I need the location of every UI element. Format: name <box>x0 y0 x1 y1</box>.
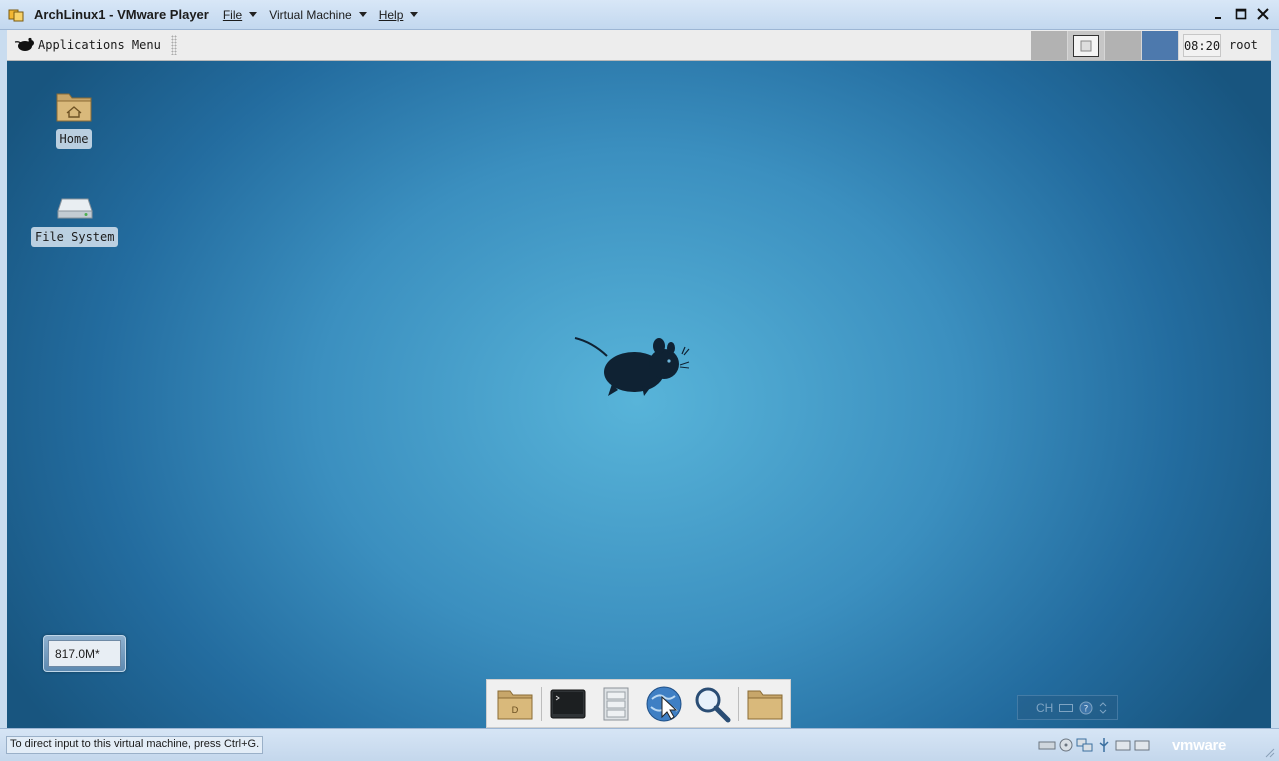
desktop-icon-home[interactable]: Home <box>55 89 93 149</box>
workspace-4[interactable] <box>1142 31 1179 60</box>
vmware-app-icon[interactable] <box>8 7 24 23</box>
desktop-icon-file-system[interactable]: File System <box>31 193 119 247</box>
desktop-background[interactable]: Home File System 817.0M* D CH ? <box>7 61 1271 728</box>
chevron-down-icon <box>358 12 367 17</box>
status-hint: To direct input to this virtual machine,… <box>6 736 264 754</box>
keyboard-layout-widget[interactable]: CH ? <box>1017 695 1118 720</box>
workspace-2[interactable] <box>1068 31 1105 60</box>
svg-text:D: D <box>512 706 519 716</box>
web-browser-icon <box>646 686 682 721</box>
vmware-statusbar: To direct input to this virtual machine,… <box>0 728 1279 761</box>
panel-clock[interactable]: 08:20 <box>1183 34 1221 57</box>
keyboard-layout-label: CH <box>1036 700 1054 715</box>
device-icons <box>1038 737 1151 753</box>
menu-virtual-machine-label: Virtual Machine <box>269 7 352 22</box>
memory-monitor-widget[interactable]: 817.0M* <box>43 635 126 672</box>
menu-file[interactable]: File <box>222 7 258 22</box>
terminal-icon <box>550 689 586 718</box>
workspace-3[interactable] <box>1105 31 1142 60</box>
dock-terminal[interactable] <box>544 682 592 726</box>
svg-text:?: ? <box>1084 704 1089 714</box>
minimize-icon <box>1215 17 1221 19</box>
home-folder-icon <box>56 93 92 122</box>
file-cabinet-icon <box>603 687 629 720</box>
workspace-1[interactable] <box>1031 31 1068 60</box>
vm-screen[interactable]: Applications Menu 08:20 root Home File S… <box>7 30 1271 728</box>
window-controls <box>1211 6 1271 22</box>
menu-help-label: Help <box>378 7 404 22</box>
network-adapter-icon[interactable] <box>1076 737 1094 753</box>
memory-monitor-value: 817.0M* <box>48 640 121 667</box>
vmware-titlebar: ArchLinux1 - VMware Player File Virtual … <box>0 0 1279 30</box>
maximize-button[interactable] <box>1233 6 1249 22</box>
dock-separator <box>541 686 542 721</box>
usb-device-icon[interactable] <box>1095 737 1113 753</box>
xfce-mouse-wallpaper-icon <box>574 337 690 396</box>
xfce-mouse-icon <box>14 37 34 51</box>
panel-separator <box>170 35 177 55</box>
menu-file-label: File <box>222 7 243 22</box>
documents-folder-icon: D <box>497 690 533 719</box>
workspace-switcher <box>1031 30 1179 61</box>
maximize-icon <box>1235 8 1247 20</box>
desktop-icon-file-system-label: File System <box>31 227 119 247</box>
desktop-icon-home-label: Home <box>55 129 93 149</box>
workspace-window-thumbnail <box>1073 34 1099 57</box>
cd-dvd-device-icon[interactable] <box>1057 737 1075 753</box>
bottom-dock: D <box>486 679 791 728</box>
vmware-logo: vmware <box>1172 737 1227 754</box>
chevron-down-icon <box>410 12 419 17</box>
minimize-button[interactable] <box>1211 6 1227 22</box>
panel-user[interactable]: root <box>1229 38 1258 52</box>
dock-web-browser[interactable] <box>640 682 688 726</box>
xfce-top-panel: Applications Menu 08:20 root <box>7 30 1271 61</box>
keyboard-icon <box>1059 703 1074 712</box>
hard-disk-device-icon[interactable] <box>1038 737 1056 753</box>
dock-file-cabinet[interactable] <box>592 682 640 726</box>
dock-separator <box>738 686 739 721</box>
folder-icon <box>747 690 783 719</box>
close-icon <box>1257 8 1269 20</box>
window-thumbnail-icon <box>1080 40 1092 51</box>
resize-grip-icon[interactable] <box>1265 748 1275 758</box>
help-icon: ? <box>1079 701 1093 714</box>
sound-card-icon[interactable] <box>1114 737 1132 753</box>
applications-menu-label: Applications Menu <box>38 38 161 52</box>
dock-documents-folder[interactable]: D <box>491 682 539 726</box>
window-title: ArchLinux1 - VMware Player <box>34 7 209 22</box>
close-button[interactable] <box>1255 6 1271 22</box>
chevron-down-icon <box>249 12 258 17</box>
applications-menu-button[interactable]: Applications Menu <box>7 30 177 60</box>
search-icon <box>695 687 731 722</box>
spin-arrows-icon <box>1099 701 1107 714</box>
hard-drive-icon <box>57 198 93 219</box>
menu-help[interactable]: Help <box>379 8 419 22</box>
dock-folder[interactable] <box>741 682 789 726</box>
menu-virtual-machine[interactable]: Virtual Machine <box>269 8 367 22</box>
dock-search[interactable] <box>688 682 736 726</box>
printer-device-icon[interactable] <box>1133 737 1151 753</box>
